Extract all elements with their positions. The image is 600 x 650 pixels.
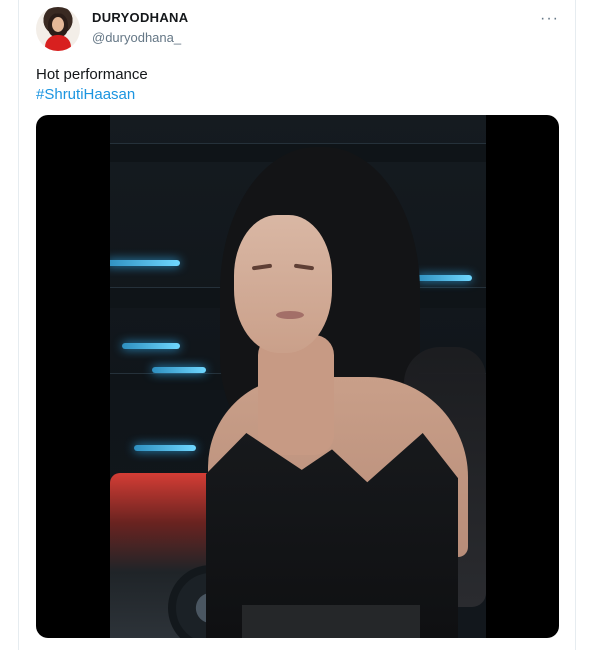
garage-light bbox=[134, 445, 196, 451]
person-face bbox=[234, 215, 332, 353]
more-icon[interactable]: ··· bbox=[540, 10, 559, 28]
media-video[interactable] bbox=[36, 115, 559, 638]
person-neck bbox=[258, 335, 334, 455]
display-name[interactable]: DURYODHANA bbox=[92, 10, 188, 25]
video-frame[interactable] bbox=[110, 115, 486, 638]
waistband bbox=[242, 605, 420, 638]
tweet-text: Hot performance bbox=[36, 66, 148, 83]
avatar[interactable] bbox=[36, 7, 80, 51]
hashtag-link[interactable]: #ShrutiHaasan bbox=[36, 86, 135, 103]
garage-light bbox=[152, 367, 206, 373]
user-handle[interactable]: @duryodhana_ bbox=[92, 30, 181, 45]
tweet-card: DURYODHANA @duryodhana_ ··· Hot performa… bbox=[18, 0, 576, 650]
mouth bbox=[276, 311, 304, 319]
garage-light bbox=[122, 343, 180, 349]
avatar-face bbox=[52, 17, 64, 32]
avatar-dress bbox=[45, 35, 71, 51]
garage-light bbox=[110, 260, 180, 266]
garage-light bbox=[416, 275, 472, 281]
